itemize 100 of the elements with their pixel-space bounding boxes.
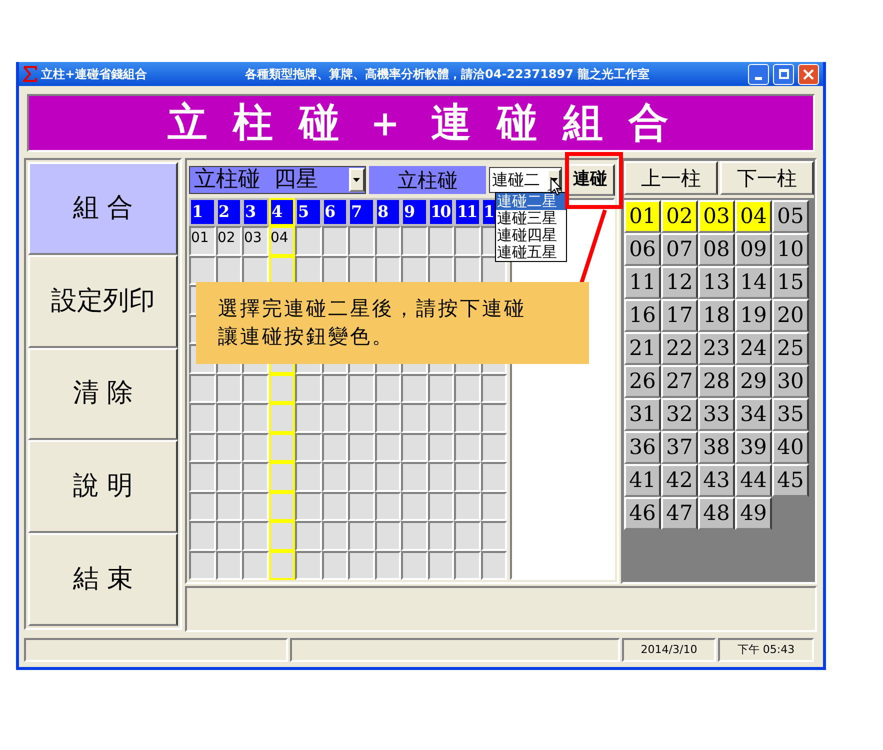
grid-cell bbox=[401, 374, 428, 403]
grid-cell bbox=[295, 374, 322, 403]
grid-cell bbox=[480, 403, 507, 432]
number-button[interactable]: 05 bbox=[772, 200, 809, 233]
pillar-select[interactable]: 立柱碰 四星 bbox=[189, 166, 366, 194]
column-header[interactable]: 9 bbox=[401, 198, 428, 226]
number-button[interactable]: 18 bbox=[698, 299, 735, 332]
number-button[interactable]: 43 bbox=[698, 464, 735, 497]
grid-cell bbox=[295, 432, 322, 462]
number-button[interactable]: 09 bbox=[735, 233, 772, 266]
number-button[interactable]: 28 bbox=[698, 365, 735, 398]
number-button[interactable]: 48 bbox=[698, 497, 735, 530]
close-button[interactable] bbox=[798, 64, 819, 84]
dropdown-option[interactable]: 連碰二星 bbox=[496, 193, 566, 210]
number-button[interactable]: 42 bbox=[661, 464, 698, 497]
number-button[interactable]: 12 bbox=[661, 266, 698, 299]
number-button[interactable]: 17 bbox=[661, 299, 698, 332]
number-button[interactable]: 02 bbox=[661, 200, 698, 233]
maximize-button[interactable] bbox=[773, 64, 794, 84]
minimize-icon bbox=[755, 76, 762, 80]
grid-cell bbox=[480, 521, 507, 550]
number-button[interactable]: 16 bbox=[624, 299, 661, 332]
grid-cell bbox=[374, 226, 401, 256]
number-button[interactable]: 08 bbox=[698, 233, 735, 266]
grid-cell bbox=[454, 403, 480, 432]
number-button[interactable]: 49 bbox=[735, 497, 772, 530]
number-button[interactable]: 32 bbox=[661, 398, 698, 431]
grid-cell bbox=[428, 226, 454, 256]
number-button[interactable]: 22 bbox=[661, 332, 698, 365]
grid-cell bbox=[348, 492, 374, 521]
number-button[interactable]: 07 bbox=[661, 233, 698, 266]
number-button[interactable]: 46 bbox=[624, 497, 661, 530]
number-button[interactable]: 40 bbox=[772, 431, 809, 464]
number-button[interactable]: 23 bbox=[698, 332, 735, 365]
grid-cell bbox=[428, 492, 454, 521]
column-header[interactable]: 7 bbox=[348, 198, 374, 226]
grid-cell bbox=[374, 492, 401, 521]
grid-cell bbox=[295, 550, 322, 580]
grid-cell bbox=[348, 226, 374, 256]
nav-button[interactable]: 上一柱 bbox=[624, 161, 718, 195]
column-header[interactable]: 5 bbox=[295, 198, 322, 226]
number-button[interactable]: 41 bbox=[624, 464, 661, 497]
nav-button[interactable]: 下一柱 bbox=[720, 161, 814, 195]
grid-cell bbox=[480, 374, 507, 403]
number-button[interactable]: 27 bbox=[661, 365, 698, 398]
grid-cell bbox=[295, 462, 322, 492]
number-button[interactable]: 36 bbox=[624, 431, 661, 464]
grid-cell bbox=[454, 432, 480, 462]
number-button[interactable]: 45 bbox=[772, 464, 809, 497]
menu-button[interactable]: 組 合 bbox=[28, 162, 178, 255]
grid-cell bbox=[401, 462, 428, 492]
number-button[interactable]: 44 bbox=[735, 464, 772, 497]
number-button[interactable]: 35 bbox=[772, 398, 809, 431]
number-button[interactable]: 30 bbox=[772, 365, 809, 398]
column-header[interactable]: 2 bbox=[216, 198, 242, 226]
grid-cell bbox=[401, 432, 428, 462]
number-button[interactable]: 13 bbox=[698, 266, 735, 299]
menu-button[interactable]: 設定列印 bbox=[28, 254, 178, 348]
number-button[interactable]: 14 bbox=[735, 266, 772, 299]
column-header[interactable]: 11 bbox=[454, 198, 480, 226]
menu-button[interactable]: 說 明 bbox=[28, 440, 178, 534]
grid-cell bbox=[322, 432, 348, 462]
number-button[interactable]: 06 bbox=[624, 233, 661, 266]
number-button[interactable]: 04 bbox=[735, 200, 772, 233]
number-button[interactable]: 21 bbox=[624, 332, 661, 365]
grid-cell bbox=[242, 550, 268, 580]
number-button[interactable]: 20 bbox=[772, 299, 809, 332]
number-button[interactable]: 34 bbox=[735, 398, 772, 431]
number-button[interactable]: 25 bbox=[772, 332, 809, 365]
minimize-button[interactable] bbox=[748, 64, 769, 84]
menu-button[interactable]: 清 除 bbox=[28, 348, 178, 440]
number-button[interactable]: 24 bbox=[735, 332, 772, 365]
menu-button[interactable]: 結 束 bbox=[28, 533, 178, 626]
number-button[interactable]: 11 bbox=[624, 266, 661, 299]
number-button[interactable]: 03 bbox=[698, 200, 735, 233]
grid-cell bbox=[401, 403, 428, 432]
number-button[interactable]: 19 bbox=[735, 299, 772, 332]
number-button[interactable]: 10 bbox=[772, 233, 809, 266]
number-button[interactable]: 38 bbox=[698, 431, 735, 464]
column-header[interactable]: 4 bbox=[268, 198, 295, 226]
column-header[interactable]: 1 bbox=[189, 198, 216, 226]
number-button[interactable]: 15 bbox=[772, 266, 809, 299]
highlight-frame bbox=[565, 152, 623, 209]
number-button[interactable]: 31 bbox=[624, 398, 661, 431]
number-button[interactable]: 01 bbox=[624, 200, 661, 233]
grid-cell bbox=[242, 492, 268, 521]
column-header[interactable]: 6 bbox=[322, 198, 348, 226]
grid-cell bbox=[216, 550, 242, 580]
number-button[interactable]: 29 bbox=[735, 365, 772, 398]
grid-cell bbox=[454, 492, 480, 521]
number-button[interactable]: 47 bbox=[661, 497, 698, 530]
combo-select[interactable]: 連碰二 bbox=[488, 166, 562, 192]
number-button[interactable]: 39 bbox=[735, 431, 772, 464]
number-button[interactable]: 26 bbox=[624, 365, 661, 398]
number-button[interactable]: 33 bbox=[698, 398, 735, 431]
column-header[interactable]: 3 bbox=[242, 198, 268, 226]
column-header[interactable]: 10 bbox=[428, 198, 454, 226]
number-button[interactable]: 37 bbox=[661, 431, 698, 464]
column-header[interactable]: 8 bbox=[374, 198, 401, 226]
grid-cell bbox=[322, 374, 348, 403]
